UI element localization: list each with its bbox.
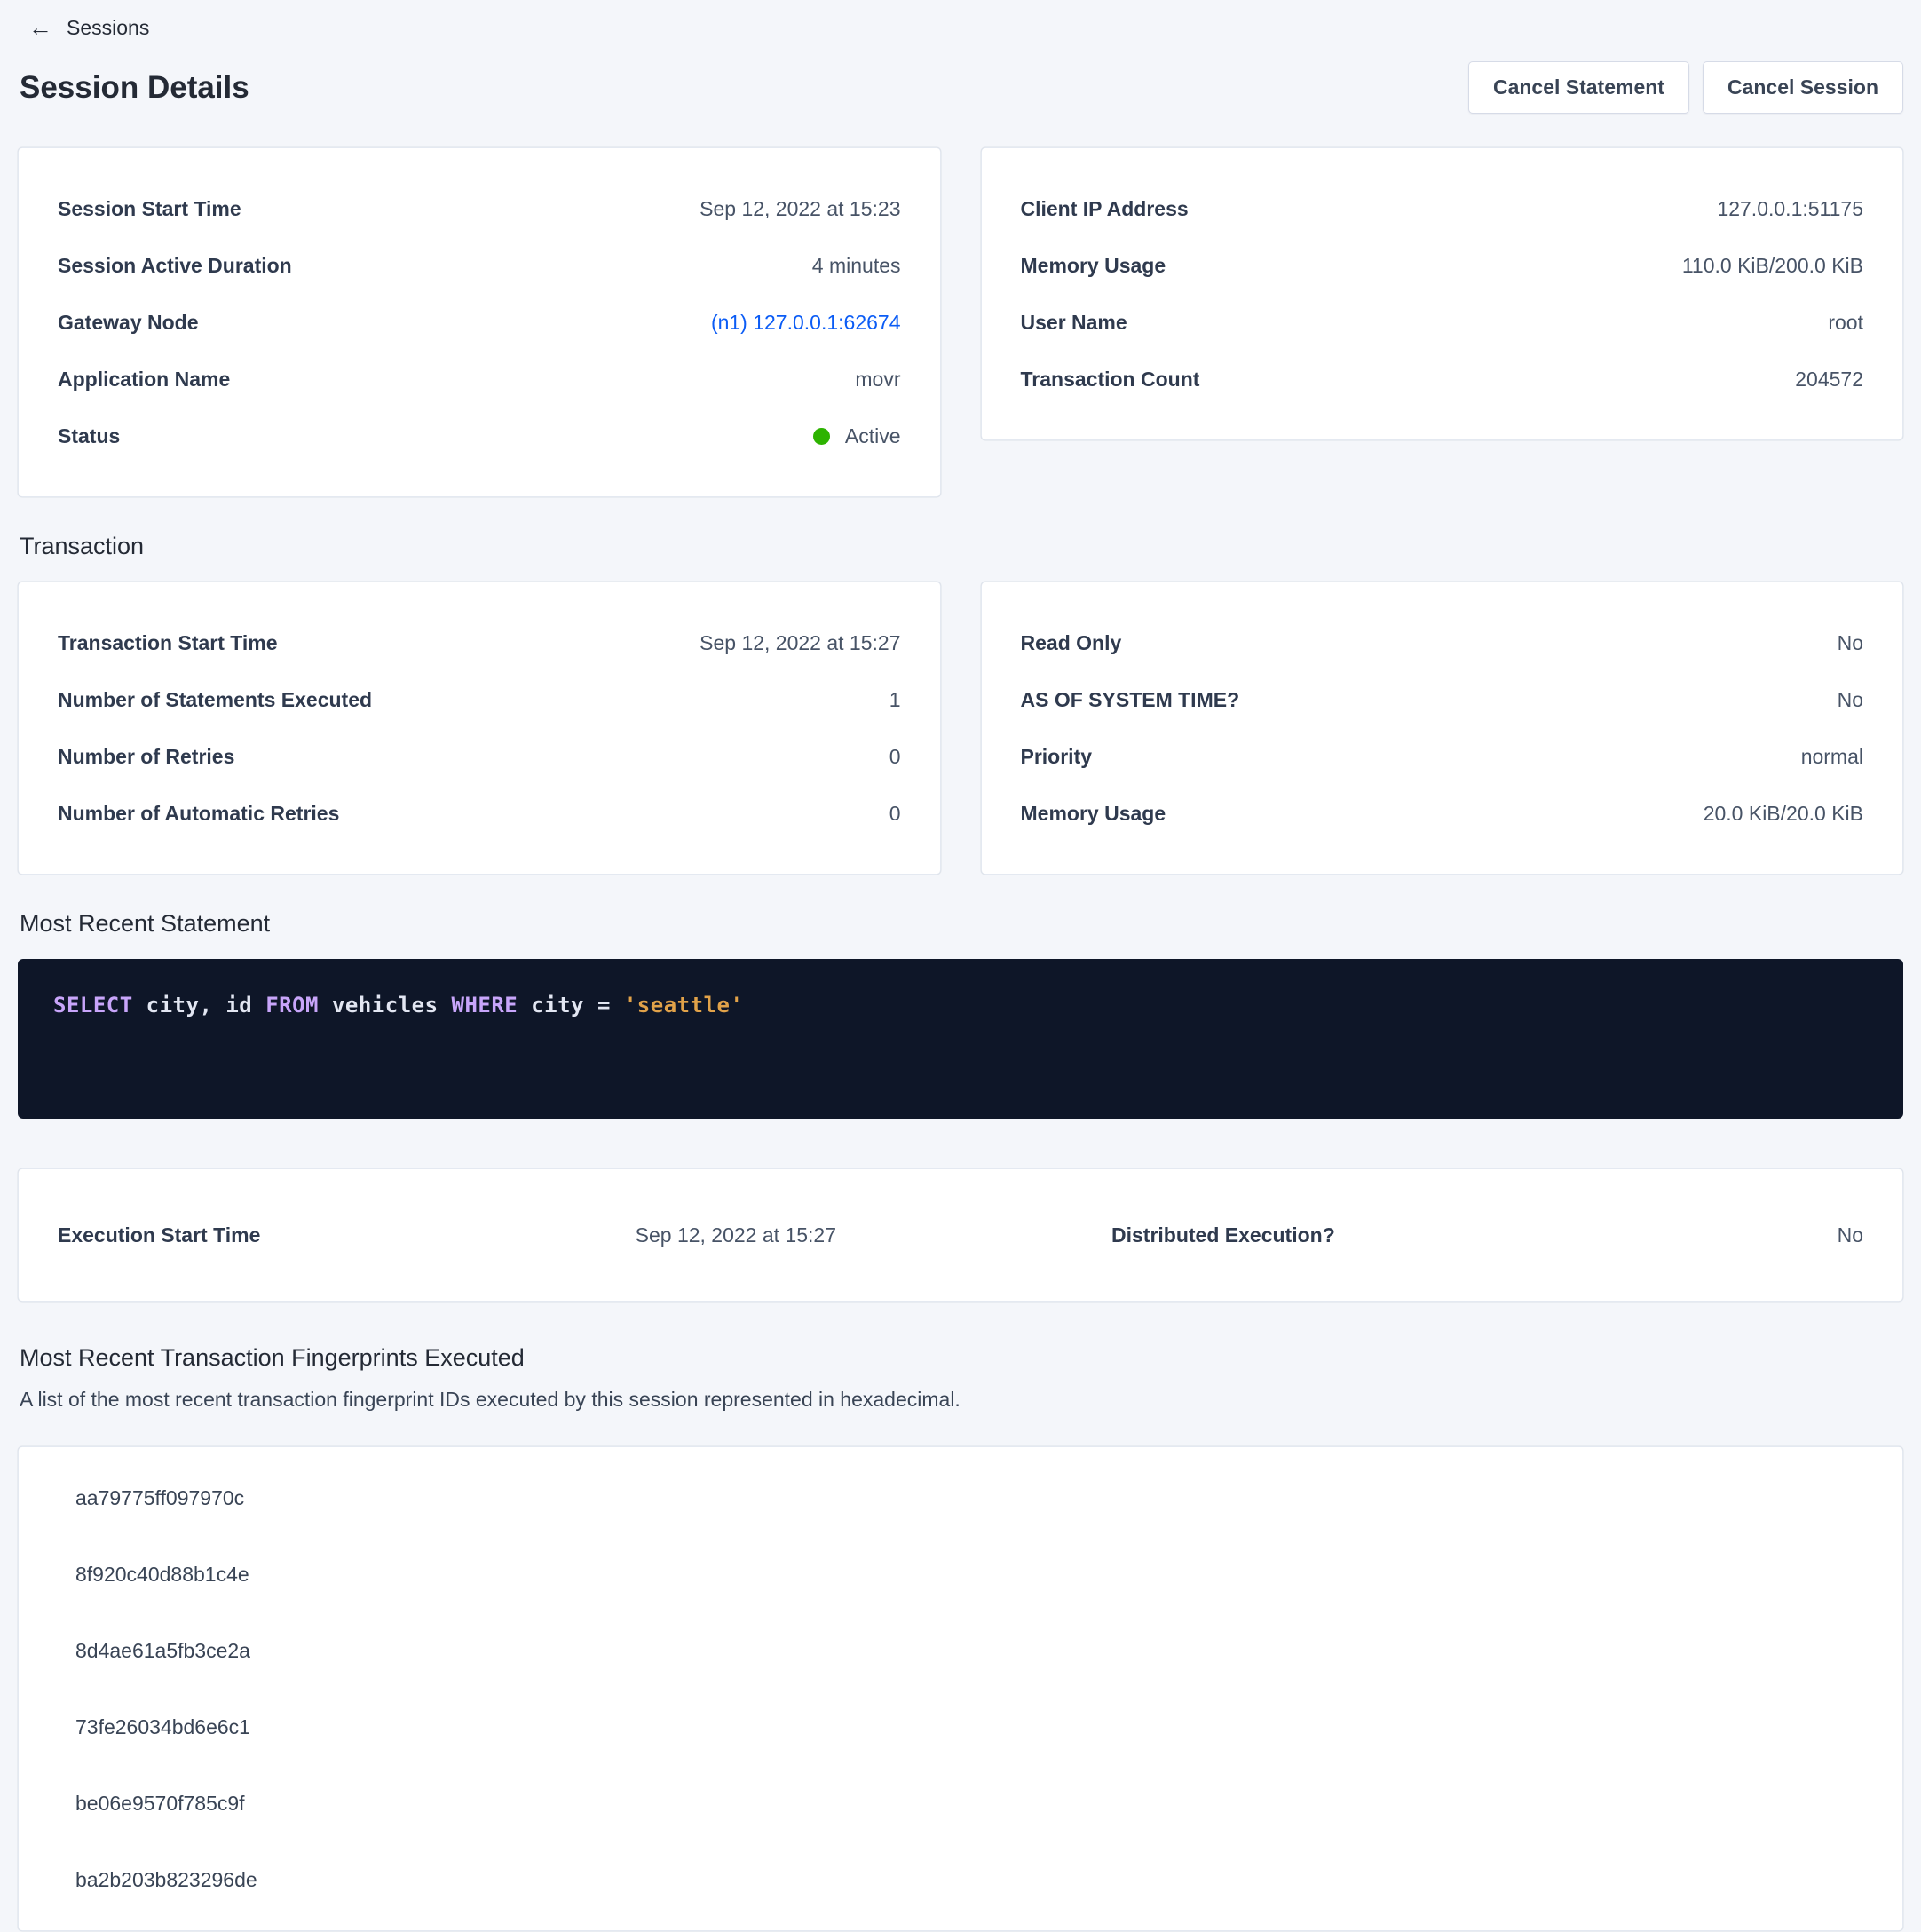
detail-label: Session Start Time — [58, 197, 241, 221]
fingerprint-item: ba2b203b823296de — [19, 1841, 1902, 1918]
breadcrumb-label: Sessions — [67, 16, 149, 40]
transaction-card-right: Read Only No AS OF SYSTEM TIME? No Prior… — [981, 582, 1904, 875]
detail-label: Status — [58, 424, 120, 448]
detail-label: Client IP Address — [1021, 197, 1189, 221]
application-name-row: Application Name movr — [58, 351, 901, 408]
sql-string-literal: 'seattle' — [624, 993, 744, 1017]
session-summary-cards: Session Start Time Sep 12, 2022 at 15:23… — [18, 147, 1903, 497]
gateway-node-row: Gateway Node (n1) 127.0.0.1:62674 — [58, 294, 901, 351]
gateway-node-link[interactable]: (n1) 127.0.0.1:62674 — [711, 311, 901, 335]
detail-value: 0 — [889, 802, 901, 826]
detail-label: Gateway Node — [58, 311, 199, 335]
detail-label: Memory Usage — [1021, 802, 1166, 826]
sql-plain: city = — [518, 993, 624, 1017]
detail-label: Session Active Duration — [58, 254, 292, 278]
detail-value: Sep 12, 2022 at 15:27 — [636, 1223, 836, 1247]
distributed-execution-row: Distributed Execution? No — [960, 1208, 1863, 1262]
sql-keyword: SELECT — [53, 993, 133, 1017]
detail-label: Memory Usage — [1021, 254, 1166, 278]
fingerprint-item: be06e9570f785c9f — [19, 1765, 1902, 1841]
detail-value: root — [1828, 311, 1863, 335]
priority-row: Priority normal — [1021, 728, 1864, 785]
detail-value: 1 — [889, 688, 901, 712]
status-badge: Active — [813, 424, 901, 448]
detail-value: Sep 12, 2022 at 15:23 — [700, 197, 900, 221]
detail-value: No — [1838, 1223, 1863, 1247]
sql-plain: vehicles — [319, 993, 452, 1017]
sql-plain: city, id — [133, 993, 266, 1017]
transaction-count-row: Transaction Count 204572 — [1021, 351, 1864, 408]
detail-value: Sep 12, 2022 at 15:27 — [700, 631, 900, 655]
cancel-statement-button[interactable]: Cancel Statement — [1468, 61, 1689, 114]
detail-value: 4 minutes — [812, 254, 901, 278]
cancel-session-button[interactable]: Cancel Session — [1703, 61, 1903, 114]
memory-usage-row: Memory Usage 110.0 KiB/200.0 KiB — [1021, 237, 1864, 294]
detail-label: Read Only — [1021, 631, 1122, 655]
most-recent-statement-heading: Most Recent Statement — [20, 910, 1903, 938]
status-row: Status Active — [58, 408, 901, 464]
detail-value: 20.0 KiB/20.0 KiB — [1704, 802, 1863, 826]
transaction-section-heading: Transaction — [20, 533, 1903, 560]
sql-statement-box: SELECT city, id FROM vehicles WHERE city… — [18, 959, 1903, 1119]
detail-value: No — [1838, 631, 1863, 655]
detail-label: Number of Automatic Retries — [58, 802, 339, 826]
header-buttons: Cancel Statement Cancel Session — [1468, 61, 1903, 114]
fingerprint-item: aa79775ff097970c — [19, 1460, 1902, 1536]
as-of-system-time-row: AS OF SYSTEM TIME? No — [1021, 671, 1864, 728]
sql-keyword: FROM — [265, 993, 319, 1017]
session-details-page: ← Sessions Session Details Cancel Statem… — [0, 0, 1921, 1932]
detail-label: Transaction Start Time — [58, 631, 278, 655]
page-header: Session Details Cancel Statement Cancel … — [18, 61, 1903, 114]
detail-label: Number of Retries — [58, 745, 234, 769]
detail-label: User Name — [1021, 311, 1127, 335]
page-title: Session Details — [20, 70, 249, 106]
transaction-start-time-row: Transaction Start Time Sep 12, 2022 at 1… — [58, 614, 901, 671]
statements-executed-row: Number of Statements Executed 1 — [58, 671, 901, 728]
session-start-time-row: Session Start Time Sep 12, 2022 at 15:23 — [58, 180, 901, 237]
detail-label: Priority — [1021, 745, 1093, 769]
transaction-cards: Transaction Start Time Sep 12, 2022 at 1… — [18, 582, 1903, 875]
back-arrow-icon: ← — [28, 16, 52, 40]
session-card-left: Session Start Time Sep 12, 2022 at 15:23… — [18, 147, 941, 497]
transaction-card-left: Transaction Start Time Sep 12, 2022 at 1… — [18, 582, 941, 875]
sql-statement-text: SELECT city, id FROM vehicles WHERE city… — [53, 993, 1868, 1017]
status-text: Active — [845, 424, 901, 448]
detail-value: movr — [855, 368, 900, 392]
execution-card: Execution Start Time Sep 12, 2022 at 15:… — [18, 1168, 1903, 1302]
detail-value: 110.0 KiB/200.0 KiB — [1682, 254, 1863, 278]
detail-label: Transaction Count — [1021, 368, 1200, 392]
fingerprint-item: 73fe26034bd6e6c1 — [19, 1689, 1902, 1765]
detail-label: Number of Statements Executed — [58, 688, 372, 712]
client-ip-row: Client IP Address 127.0.0.1:51175 — [1021, 180, 1864, 237]
detail-value: 127.0.0.1:51175 — [1717, 197, 1863, 221]
status-active-dot-icon — [813, 428, 830, 445]
execution-start-time-row: Execution Start Time Sep 12, 2022 at 15:… — [58, 1208, 960, 1262]
fingerprint-item: 8f920c40d88b1c4e — [19, 1536, 1902, 1612]
detail-label: Application Name — [58, 368, 230, 392]
detail-label: AS OF SYSTEM TIME? — [1021, 688, 1240, 712]
txn-memory-usage-row: Memory Usage 20.0 KiB/20.0 KiB — [1021, 785, 1864, 842]
user-name-row: User Name root — [1021, 294, 1864, 351]
automatic-retries-row: Number of Automatic Retries 0 — [58, 785, 901, 842]
sql-keyword: WHERE — [452, 993, 518, 1017]
detail-value: 0 — [889, 745, 901, 769]
read-only-row: Read Only No — [1021, 614, 1864, 671]
session-card-right: Client IP Address 127.0.0.1:51175 Memory… — [981, 147, 1904, 440]
detail-label: Distributed Execution? — [1111, 1223, 1335, 1247]
back-to-sessions-link[interactable]: ← Sessions — [18, 7, 160, 49]
fingerprints-section-heading: Most Recent Transaction Fingerprints Exe… — [20, 1344, 1903, 1372]
retries-row: Number of Retries 0 — [58, 728, 901, 785]
fingerprint-item: 8d4ae61a5fb3ce2a — [19, 1612, 1902, 1689]
detail-value: 204572 — [1795, 368, 1863, 392]
fingerprints-card: aa79775ff097970c 8f920c40d88b1c4e 8d4ae6… — [18, 1446, 1903, 1931]
fingerprints-description: A list of the most recent transaction fi… — [20, 1386, 1903, 1413]
detail-value: No — [1838, 688, 1863, 712]
detail-label: Execution Start Time — [58, 1223, 260, 1247]
detail-value: normal — [1801, 745, 1863, 769]
session-active-duration-row: Session Active Duration 4 minutes — [58, 237, 901, 294]
